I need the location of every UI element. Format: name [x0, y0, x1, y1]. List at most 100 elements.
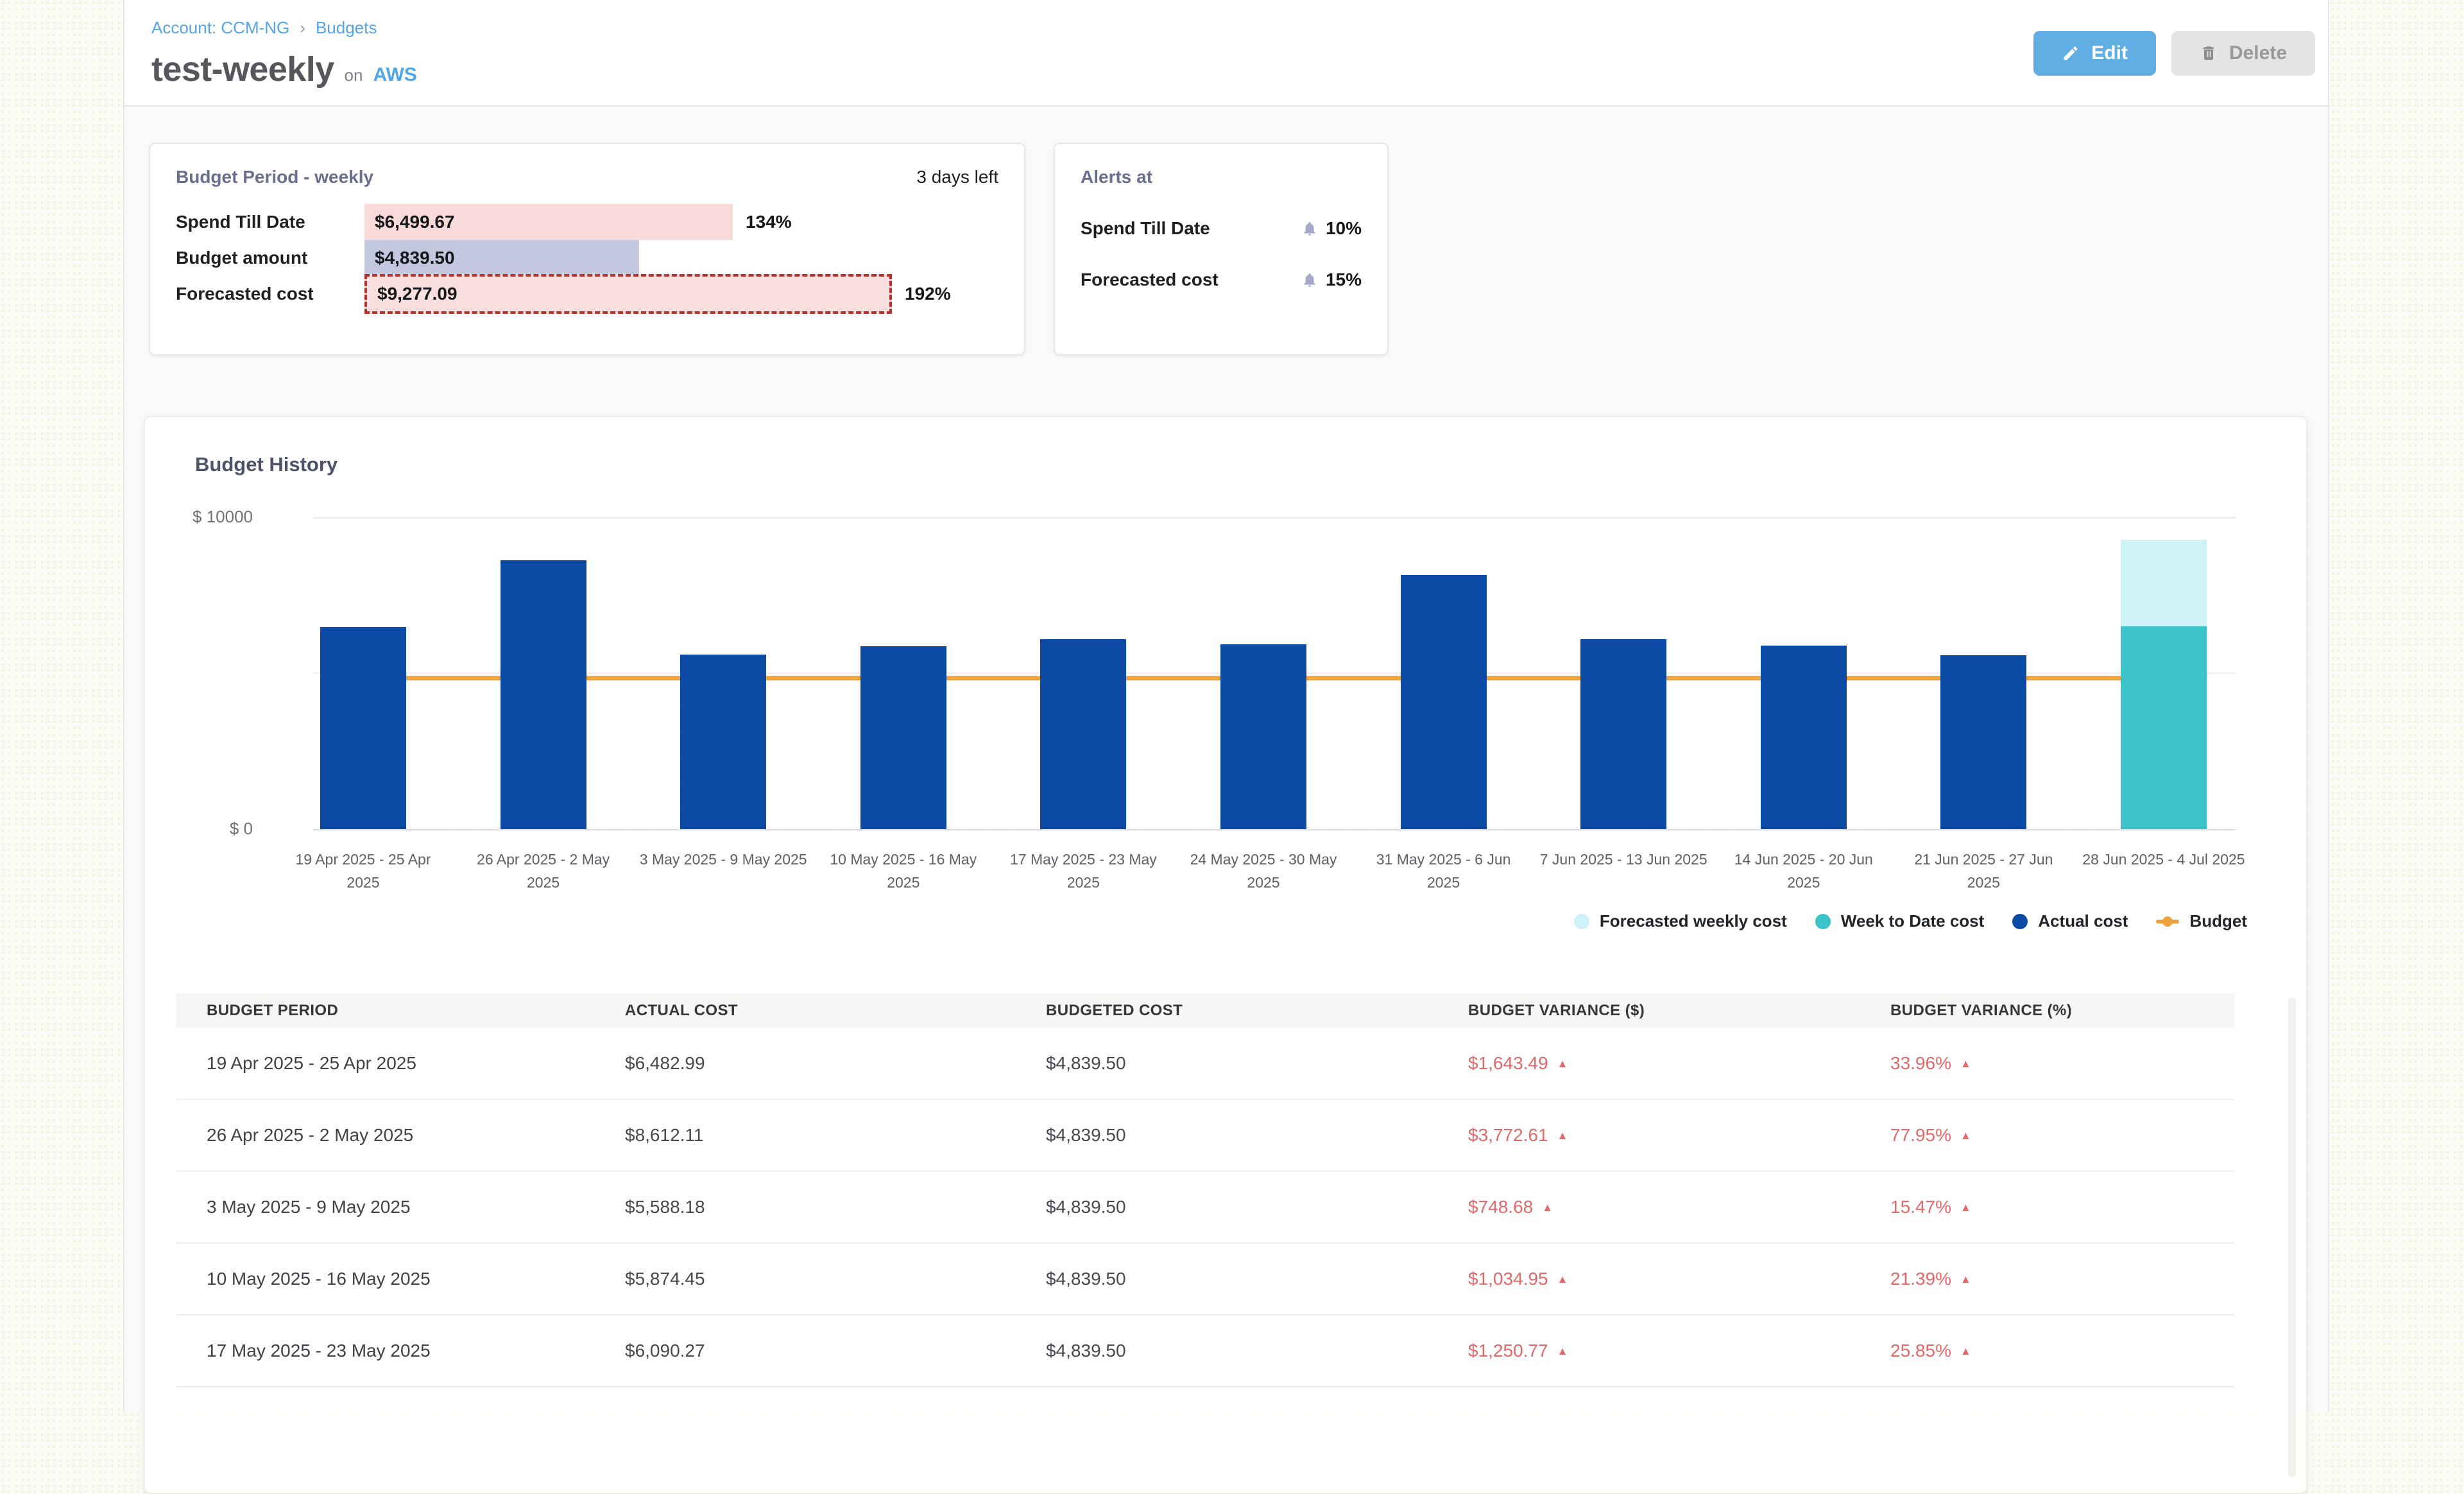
bell-icon [1301, 271, 1318, 288]
cell-actual: $8,612.11 [594, 1125, 1015, 1146]
delete-button-label: Delete [2229, 42, 2287, 64]
cell-variance-pct: 21.39%▲ [1860, 1269, 2234, 1289]
increase-triangle-icon: ▲ [1557, 1345, 1568, 1357]
alert-forecast-row: Forecasted cost 15% [1081, 270, 1362, 290]
cell-budgeted: $4,839.50 [1015, 1053, 1437, 1074]
edit-button-label: Edit [2091, 42, 2128, 64]
cell-actual: $6,090.27 [594, 1341, 1015, 1361]
table-row[interactable]: 19 Apr 2025 - 25 Apr 2025 $6,482.99 $4,8… [176, 1028, 2234, 1100]
cell-period: 3 May 2025 - 9 May 2025 [176, 1197, 594, 1217]
delete-button[interactable]: Delete [2171, 31, 2315, 76]
budget-amount-value: $4,839.50 [364, 248, 455, 268]
spend-till-date-bar: $6,499.67 [364, 204, 733, 240]
forecasted-cost-row: Forecasted cost $9,277.09 192% [176, 276, 998, 312]
page-card: Account: CCM-NG › Budgets test-weekly on… [123, 0, 2329, 1412]
x-axis-label: 19 Apr 2025 - 25 Apr 2025 [278, 848, 448, 894]
breadcrumb-budgets-link[interactable]: Budgets [316, 18, 377, 38]
legend-week-to-date-cost[interactable]: Week to Date cost [1815, 911, 1984, 931]
x-axis-line [313, 829, 2236, 830]
x-axis-label: 17 May 2025 - 23 May 2025 [998, 848, 1168, 894]
table-row[interactable]: 10 May 2025 - 16 May 2025 $5,874.45 $4,8… [176, 1244, 2234, 1316]
cell-variance-pct: 33.96%▲ [1860, 1053, 2234, 1074]
actual-cost-bar [320, 627, 406, 829]
actual-cost-bar [1220, 644, 1306, 829]
budget-amount-label: Budget amount [176, 248, 364, 268]
x-axis-label: 7 Jun 2025 - 13 Jun 2025 [1539, 848, 1708, 872]
x-axis-label: 28 Jun 2025 - 4 Jul 2025 [2079, 848, 2248, 872]
cell-period: 17 May 2025 - 23 May 2025 [176, 1341, 594, 1361]
increase-triangle-icon: ▲ [1557, 1058, 1568, 1070]
cell-variance-usd: $1,034.95▲ [1437, 1269, 1860, 1289]
cell-variance-usd: $3,772.61▲ [1437, 1125, 1860, 1146]
forecasted-cost-value: $9,277.09 [367, 284, 458, 304]
increase-triangle-icon: ▲ [1960, 1129, 1971, 1142]
page-header: Account: CCM-NG › Budgets test-weekly on… [124, 0, 2328, 105]
table-scrollbar[interactable] [2288, 997, 2296, 1477]
col-budget-variance-pct: BUDGET VARIANCE (%) [1860, 1002, 2234, 1020]
header-buttons: Edit Delete [2033, 31, 2315, 76]
cell-actual: $5,874.45 [594, 1269, 1015, 1289]
alert-spend-value: 10% [1326, 218, 1362, 239]
x-axis-label: 10 May 2025 - 16 May 2025 [819, 848, 988, 894]
cell-actual: $5,588.18 [594, 1197, 1015, 1217]
x-axis-label: 3 May 2025 - 9 May 2025 [638, 848, 808, 872]
page-content: Budget Period - weekly 3 days left Spend… [124, 107, 2328, 1412]
title-row: test-weekly on AWS [151, 49, 2328, 89]
week-to-date-swatch-icon [1815, 914, 1831, 929]
edit-button[interactable]: Edit [2033, 31, 2156, 76]
x-axis-labels: 19 Apr 2025 - 25 Apr 202526 Apr 2025 - 2… [145, 848, 2306, 905]
alert-forecast-label: Forecasted cost [1081, 270, 1219, 290]
cell-period: 26 Apr 2025 - 2 May 2025 [176, 1125, 594, 1146]
col-budget-variance-usd: BUDGET VARIANCE ($) [1437, 1002, 1860, 1020]
col-budgeted-cost: BUDGETED COST [1015, 1002, 1437, 1020]
increase-triangle-icon: ▲ [1557, 1129, 1568, 1142]
spend-till-date-value: $6,499.67 [364, 212, 455, 232]
days-left-label: 3 days left [916, 167, 998, 187]
legend-actual-cost[interactable]: Actual cost [2012, 911, 2128, 931]
cell-variance-usd: $1,643.49▲ [1437, 1053, 1860, 1074]
alerts-title: Alerts at [1081, 167, 1152, 187]
x-axis-label: 26 Apr 2025 - 2 May 2025 [459, 848, 628, 894]
actual-cost-bar [1401, 575, 1487, 829]
table-row[interactable]: 17 May 2025 - 23 May 2025 $6,090.27 $4,8… [176, 1316, 2234, 1387]
budget-amount-row: Budget amount $4,839.50 [176, 240, 998, 276]
increase-triangle-icon: ▲ [1557, 1273, 1568, 1285]
cell-variance-pct: 77.95%▲ [1860, 1125, 2234, 1146]
budget-period-title: Budget Period - weekly [176, 167, 373, 187]
actual-cost-bar [501, 560, 586, 829]
week-to-date-bar [2121, 626, 2207, 829]
breadcrumb: Account: CCM-NG › Budgets [151, 18, 2328, 38]
spend-till-date-pct: 134% [746, 212, 792, 232]
x-axis-label: 24 May 2025 - 30 May 2025 [1179, 848, 1348, 894]
chart-legend: Forecasted weekly cost Week to Date cost… [1574, 911, 2247, 931]
pencil-icon [2062, 44, 2080, 62]
budget-period-rows: Spend Till Date $6,499.67 134% Budget am… [176, 204, 998, 312]
cell-actual: $6,482.99 [594, 1053, 1015, 1074]
actual-cost-bar [1940, 655, 2026, 829]
page-title: test-weekly [151, 49, 334, 89]
legend-forecasted-weekly-cost[interactable]: Forecasted weekly cost [1574, 911, 1787, 931]
budget-history-table: BUDGET PERIOD ACTUAL COST BUDGETED COST … [176, 993, 2234, 1387]
legend-budget[interactable]: Budget [2156, 911, 2247, 931]
increase-triangle-icon: ▲ [1960, 1201, 1971, 1214]
spend-till-date-label: Spend Till Date [176, 212, 364, 232]
actual-cost-bar [1040, 639, 1126, 829]
cell-period: 10 May 2025 - 16 May 2025 [176, 1269, 594, 1289]
title-connector: on [345, 65, 363, 85]
alert-spend-label: Spend Till Date [1081, 218, 1210, 239]
table-row[interactable]: 26 Apr 2025 - 2 May 2025 $8,612.11 $4,83… [176, 1100, 2234, 1172]
budget-period-card: Budget Period - weekly 3 days left Spend… [149, 142, 1025, 356]
x-axis-label: 21 Jun 2025 - 27 Jun 2025 [1899, 848, 2068, 894]
budget-history-card: Budget History $ 10000 $ 0 19 Apr 2025 -… [144, 416, 2307, 1494]
cloud-provider-label: AWS [373, 64, 416, 86]
x-axis-label: 14 Jun 2025 - 20 Jun 2025 [1719, 848, 1888, 894]
budget-history-title: Budget History [195, 453, 338, 476]
actual-cost-bar [1761, 646, 1847, 829]
cell-budgeted: $4,839.50 [1015, 1197, 1437, 1217]
table-row[interactable]: 3 May 2025 - 9 May 2025 $5,588.18 $4,839… [176, 1172, 2234, 1244]
actual-cost-swatch-icon [2012, 914, 2028, 929]
cell-budgeted: $4,839.50 [1015, 1341, 1437, 1361]
chart-plot [313, 517, 2236, 829]
breadcrumb-account-link[interactable]: Account: CCM-NG [151, 18, 289, 38]
alerts-card: Alerts at Spend Till Date 10% Forecasted… [1054, 142, 1389, 356]
